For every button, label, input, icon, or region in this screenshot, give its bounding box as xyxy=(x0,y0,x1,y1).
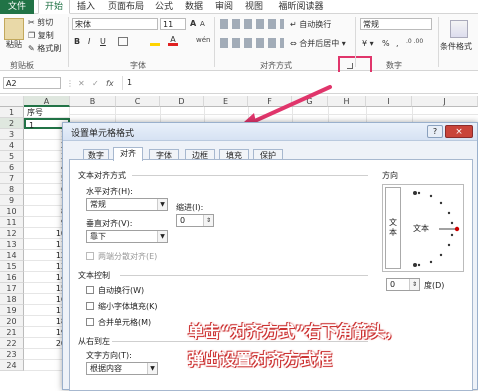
close-button[interactable]: × xyxy=(445,125,473,138)
indent-label: 缩进(I): xyxy=(176,203,204,212)
section-divider xyxy=(120,275,368,276)
vertical-value: 靠下 xyxy=(90,232,106,241)
shrink-to-fit-checkbox[interactable] xyxy=(86,302,94,310)
direction-value: 根据内容 xyxy=(90,364,122,373)
rtl-heading: 从右到左 xyxy=(78,337,110,346)
annotation-line-2: 弹出设置对齐方式框 xyxy=(188,350,333,369)
spinner-icon: ⇕ xyxy=(409,279,419,290)
chevron-down-icon: ▼ xyxy=(147,363,157,374)
annotation-line-1: 单击“对齐方式”右下角箭头， xyxy=(188,322,402,341)
chevron-down-icon: ▼ xyxy=(157,199,167,210)
text-alignment-heading: 文本对齐方式 xyxy=(78,171,126,180)
text-control-heading: 文本控制 xyxy=(78,271,110,280)
dialog-title: 设置单元格格式 xyxy=(71,129,135,139)
wrap-text-label: 自动换行(W) xyxy=(98,286,145,295)
merge-cells-checkbox[interactable] xyxy=(86,318,94,326)
orientation-text: 文本 xyxy=(413,224,429,233)
vertical-align-select[interactable]: 靠下 ▼ xyxy=(86,230,168,243)
justify-distributed-checkbox[interactable] xyxy=(86,252,94,260)
dialog-title-bar[interactable]: 设置单元格格式 ? × xyxy=(63,123,477,141)
horizontal-align-select[interactable]: 常规 ▼ xyxy=(86,198,168,211)
horizontal-label: 水平对齐(H): xyxy=(86,187,133,196)
horizontal-value: 常规 xyxy=(90,200,106,209)
text-direction-select[interactable]: 根据内容 ▼ xyxy=(86,362,158,375)
degrees-stepper[interactable]: 0 ⇕ xyxy=(386,278,420,291)
vertical-text: 文本 xyxy=(389,218,397,237)
indent-value: 0 xyxy=(180,216,186,225)
chevron-down-icon: ▼ xyxy=(157,231,167,242)
shrink-to-fit-label: 缩小字体填充(K) xyxy=(98,302,158,311)
wrap-text-checkbox[interactable] xyxy=(86,286,94,294)
vertical-text-box[interactable]: 文本 xyxy=(385,187,401,269)
direction-label: 文字方向(T): xyxy=(86,351,132,360)
orientation-heading: 方向 xyxy=(382,171,398,180)
indent-stepper[interactable]: 0 ⇕ xyxy=(176,214,214,227)
degree-value: 0 xyxy=(390,280,396,289)
orientation-panel[interactable]: 文本 文本 xyxy=(382,184,464,272)
spinner-icon: ⇕ xyxy=(203,215,213,226)
annotation-text: 单击“对齐方式”右下角箭头， 弹出设置对齐方式框 xyxy=(188,318,478,370)
section-divider xyxy=(132,175,368,176)
vertical-label: 垂直对齐(V): xyxy=(86,219,133,228)
degree-label: 度(D) xyxy=(424,281,445,290)
justify-distributed-label: 两端分散对齐(E) xyxy=(98,252,158,261)
tab-alignment[interactable]: 对齐 xyxy=(113,147,143,161)
help-button[interactable]: ? xyxy=(427,125,443,138)
merge-cells-label: 合并单元格(M) xyxy=(98,318,152,327)
